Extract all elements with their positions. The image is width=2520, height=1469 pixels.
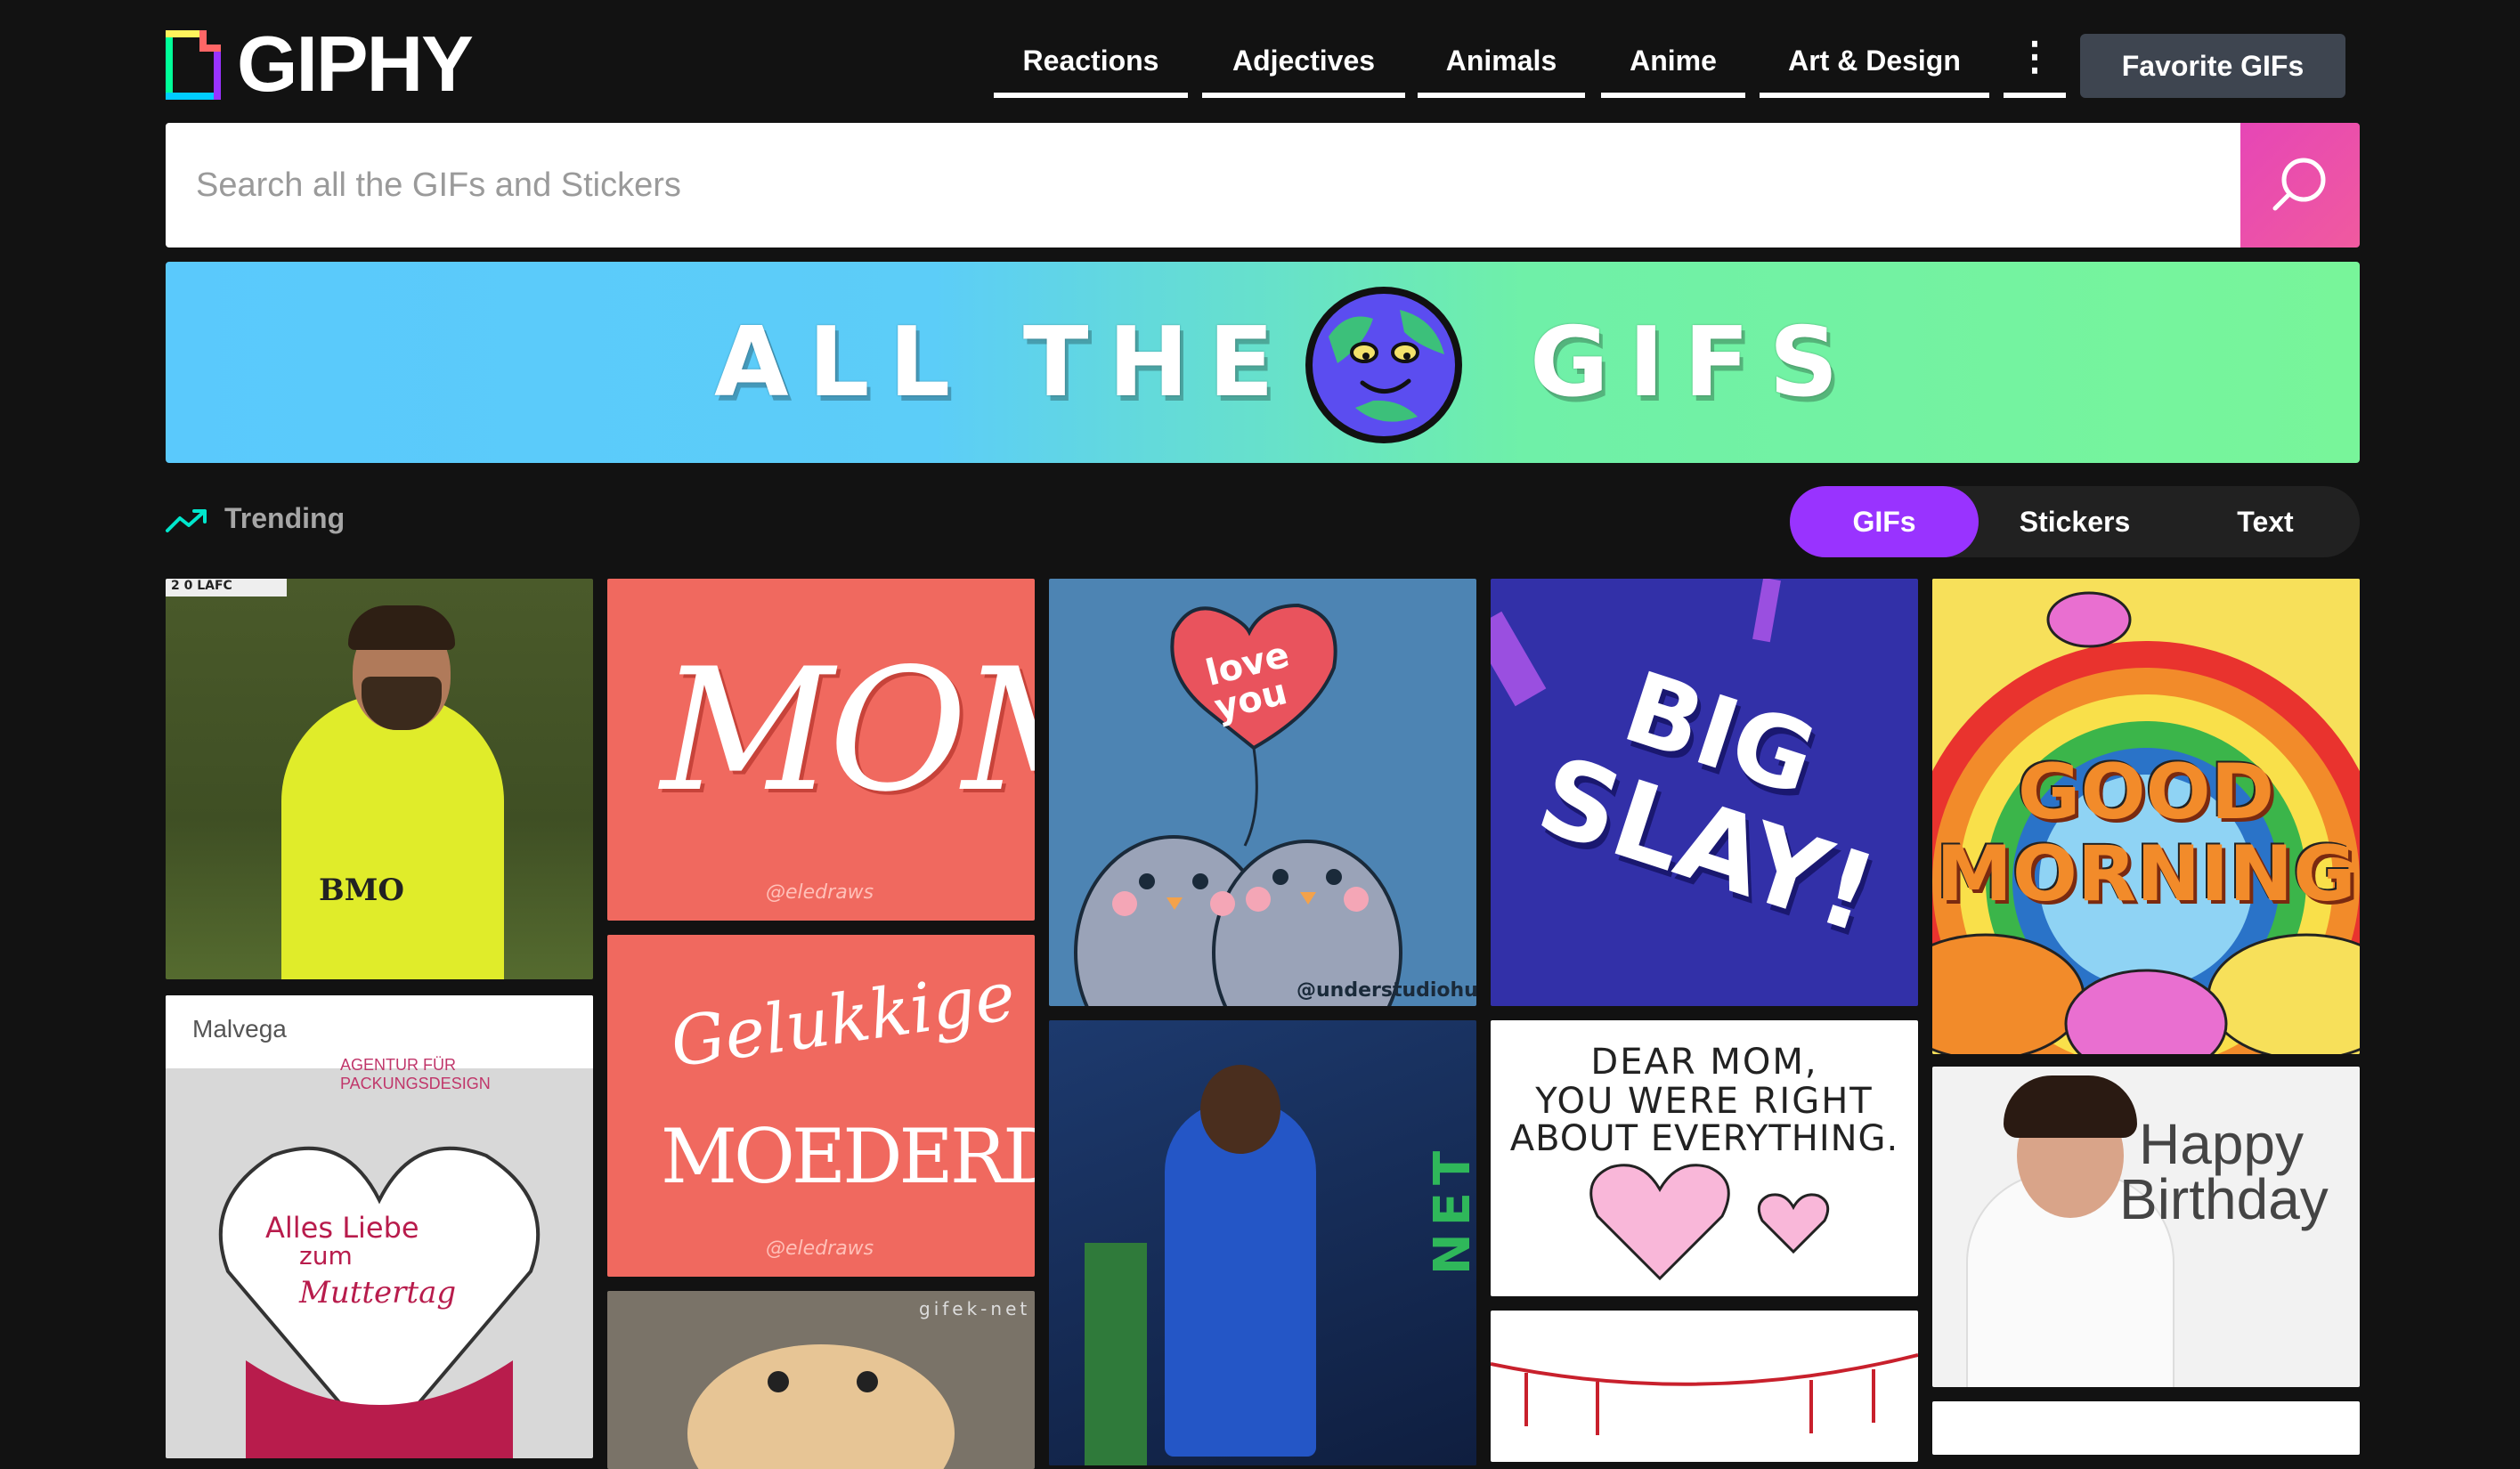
good-morning-line1: GOOD	[2017, 748, 2275, 837]
sponsor-text: BMO	[319, 872, 404, 908]
muttertag-line3: Muttertag	[299, 1275, 457, 1311]
hearts-icon	[1589, 1164, 1830, 1281]
gif-tile-good-morning[interactable]: GOOD MORNING	[1932, 579, 2360, 1054]
globe-mascot-icon	[1305, 287, 1462, 443]
promo-banner[interactable]: ALL THE GIFS	[166, 262, 2360, 463]
trending-label: Trending	[224, 502, 345, 534]
malvega-tagline: AGENTUR FÜR PACKUNGSDESIGN	[340, 1056, 491, 1092]
moederdag-line1: Gelukkige	[665, 955, 1020, 1083]
search-icon	[2272, 158, 2326, 211]
mom-title: MOM	[661, 632, 1035, 829]
nav-animals[interactable]: Animals	[1418, 37, 1585, 98]
banner-text-left: ALL THE	[714, 306, 1294, 418]
moederdag-credit: @eledraws	[766, 1238, 874, 1260]
malvega-brand: Malvega	[192, 1015, 287, 1043]
tab-text[interactable]: Text	[2171, 486, 2360, 557]
gif-tile-happy-birthday[interactable]: Happy Birthday	[1932, 1067, 2360, 1387]
hamster-watermark: gifek-net	[919, 1298, 1031, 1319]
love-you-credit: @understudiohub	[1297, 979, 1476, 1002]
trending-icon	[166, 509, 207, 532]
muttertag-line2: zum	[299, 1241, 353, 1270]
favorite-gifs-button[interactable]: Favorite GIFs	[2080, 34, 2345, 98]
banner-text-right: GIFS	[1530, 306, 1858, 418]
nav-adjectives[interactable]: Adjectives	[1202, 37, 1405, 98]
dear-mom-line2: YOU WERE RIGHT	[1535, 1081, 1874, 1122]
gif-tile-hamster[interactable]: gifek-net	[607, 1291, 1035, 1469]
search-input[interactable]	[166, 123, 2240, 248]
giphy-logo-text[interactable]: GIPHY	[237, 21, 474, 107]
moederdag-line2: MOEDERDAG!	[661, 1113, 1035, 1200]
birthday-line2: Birthday	[2119, 1167, 2329, 1231]
garland-icon	[1491, 1353, 1918, 1435]
good-morning-line2: MORNING	[1936, 830, 2356, 919]
giphy-logo-icon[interactable]	[166, 30, 221, 100]
gif-tile-muttertag[interactable]: Malvega AGENTUR FÜR PACKUNGSDESIGN Alles…	[166, 995, 593, 1458]
mom-credit: @eledraws	[766, 881, 874, 904]
gif-tile-partial[interactable]	[1932, 1401, 2360, 1455]
nav-art-design[interactable]: Art & Design	[1760, 37, 1989, 98]
tab-stickers[interactable]: Stickers	[1979, 486, 2171, 557]
nav-anime[interactable]: Anime	[1601, 37, 1745, 98]
gif-tile-soccer-goalkeeper[interactable]: 2 0 LAFC BMO	[166, 579, 593, 979]
gif-tile-soccer-player[interactable]: NET	[1049, 1020, 1476, 1465]
gif-tile-love-you-birds[interactable]: love you @understudiohub	[1049, 579, 1476, 1006]
gif-tile-big-slay[interactable]: BIG SLAY!	[1491, 579, 1918, 1006]
gif-tile-mom[interactable]: MOM @eledraws	[607, 579, 1035, 921]
gif-tile-moederdag[interactable]: Gelukkige MOEDERDAG! @eledraws	[607, 935, 1035, 1277]
arena-ad-text: NET	[1424, 1143, 1476, 1276]
gif-tile-dear-mom[interactable]: DEAR MOM, YOU WERE RIGHT ABOUT EVERYTHIN…	[1491, 1020, 1918, 1296]
dear-mom-line1: DEAR MOM,	[1590, 1042, 1818, 1083]
gif-tile-garland[interactable]	[1491, 1311, 1918, 1462]
tab-gifs[interactable]: GIFs	[1790, 486, 1979, 557]
muttertag-line1: Alles Liebe	[265, 1211, 419, 1245]
nav-reactions[interactable]: Reactions	[994, 37, 1188, 98]
score-overlay: 2 0 LAFC	[166, 579, 287, 597]
more-menu-icon[interactable]: ⋮	[2004, 37, 2066, 98]
search-button[interactable]	[2240, 123, 2360, 248]
